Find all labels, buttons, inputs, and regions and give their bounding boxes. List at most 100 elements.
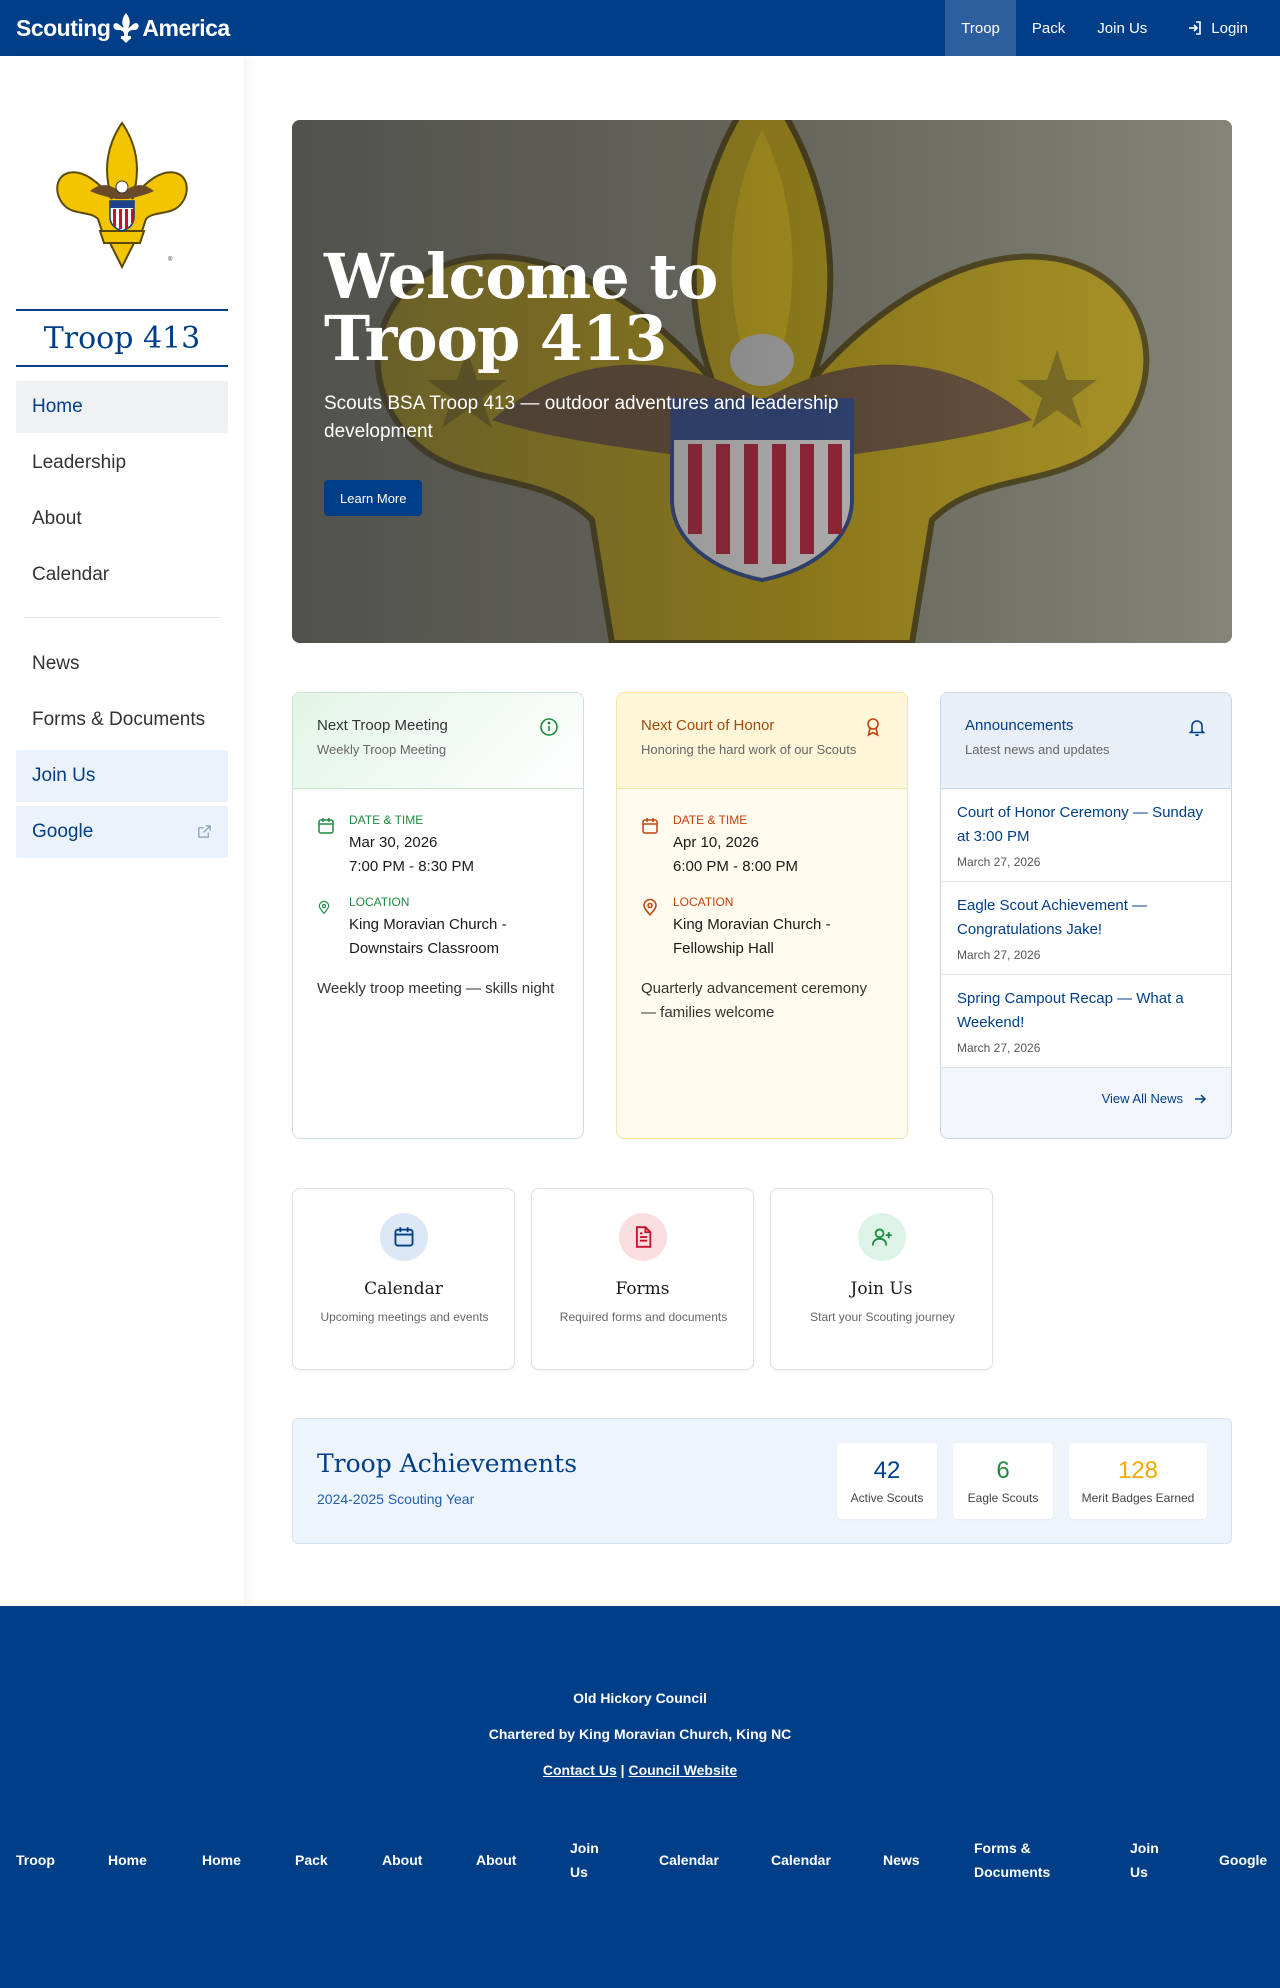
footer-nav-link[interactable]: Forms & Documents — [974, 1836, 1054, 1884]
nav-link-troop[interactable]: Troop — [945, 0, 1016, 56]
quick-link-calendar[interactable]: Calendar Upcoming meetings and events — [292, 1188, 515, 1370]
login-button[interactable]: Login — [1171, 0, 1280, 56]
award-ribbon-icon — [867, 718, 879, 737]
quick-link-title: Join Us — [850, 1279, 913, 1299]
calendar-icon — [318, 818, 334, 834]
nav-link-label: Troop — [961, 19, 1000, 37]
info-icon — [540, 718, 558, 736]
sidebar-item-label: News — [32, 653, 80, 674]
arrow-right-icon — [1195, 1093, 1207, 1104]
view-all-news-label: View All News — [1101, 1091, 1183, 1106]
honor-location: King Moravian Church - Fellowship Hall — [673, 916, 831, 957]
calendar-icon — [642, 818, 658, 834]
footer-nav-link[interactable]: Calendar — [771, 1836, 831, 1884]
stat-eagle-scouts: 6 Eagle Scouts — [953, 1443, 1053, 1519]
top-navbar: Scouting America Troop Pack Join Us Logi… — [0, 0, 1280, 56]
hero-title: Welcome to Troop 413 — [324, 240, 718, 375]
learn-more-button[interactable]: Learn More — [324, 480, 423, 516]
card-title: Announcements — [965, 717, 1074, 734]
sidebar-item-google[interactable]: Google — [16, 806, 228, 858]
footer-nav-link[interactable]: News — [883, 1836, 920, 1884]
location-pin-icon — [318, 900, 330, 915]
brand-left: Scouting — [16, 14, 111, 41]
footer-nav-link[interactable]: Google — [1219, 1836, 1267, 1884]
sidebar-item-leadership[interactable]: Leadership — [16, 437, 228, 489]
footer-nav-link[interactable]: Home — [108, 1836, 147, 1884]
login-icon — [1189, 21, 1202, 35]
nav-link-join-us[interactable]: Join Us — [1081, 0, 1171, 56]
card-title: Next Court of Honor — [641, 717, 775, 734]
sidebar-item-join-us[interactable]: Join Us — [16, 750, 228, 802]
sidebar-item-news[interactable]: News — [16, 638, 228, 690]
announcement-date: March 27, 2026 — [957, 1041, 1041, 1055]
location-label: LOCATION — [349, 895, 410, 909]
footer-nav-link[interactable]: Join Us — [570, 1836, 606, 1884]
announcement-date: March 27, 2026 — [957, 948, 1041, 962]
next-meeting-card: Next Troop Meeting Weekly Troop Meeting … — [292, 692, 584, 1139]
hero-banner: Welcome to Troop 413 Scouts BSA Troop 41… — [292, 120, 1232, 643]
sidebar-item-home[interactable]: Home — [16, 381, 228, 433]
sidebar-item-forms[interactable]: Forms & Documents — [16, 694, 228, 746]
footer-nav-link[interactable]: Home — [202, 1836, 241, 1884]
meeting-time: 7:00 PM - 8:30 PM — [349, 858, 475, 875]
sidebar: ® Troop 413 Home Leadership About Calend… — [0, 56, 244, 1606]
footer-nav-link[interactable]: About — [382, 1836, 422, 1884]
footer-separator: | — [620, 1762, 625, 1778]
user-plus-icon-badge — [858, 1213, 906, 1261]
brand-right: America — [142, 14, 230, 41]
location-pin-icon — [643, 899, 657, 917]
document-icon — [635, 1226, 652, 1248]
card-subtitle: Weekly Troop Meeting — [317, 742, 447, 757]
footer-nav-link[interactable]: Join Us — [1130, 1836, 1166, 1884]
stat-value: 42 — [873, 1457, 901, 1484]
quick-link-description: Start your Scouting journey — [810, 1310, 955, 1324]
sidebar-item-calendar[interactable]: Calendar — [16, 549, 228, 601]
sidebar-item-label: Forms & Documents — [32, 709, 206, 730]
announcement-item[interactable]: Spring Campout Recap — What a Weekend! M… — [941, 975, 1231, 1068]
footer-nav-link[interactable]: Calendar — [659, 1836, 719, 1884]
bsa-emblem-logo: ® — [56, 121, 188, 270]
quick-link-join-us[interactable]: Join Us Start your Scouting journey — [770, 1188, 993, 1370]
announcement-item[interactable]: Eagle Scout Achievement — Congratulation… — [941, 882, 1231, 975]
sidebar-item-label: Home — [32, 396, 83, 417]
sidebar-item-about[interactable]: About — [16, 493, 228, 545]
scouting-america-logo[interactable]: Scouting America — [16, 12, 230, 44]
meeting-date: Mar 30, 2026 — [349, 834, 438, 851]
svg-text:®: ® — [168, 256, 173, 263]
card-subtitle: Latest news and updates — [965, 742, 1110, 757]
document-icon-badge — [619, 1213, 667, 1261]
contact-us-link[interactable]: Contact Us — [543, 1762, 617, 1778]
court-of-honor-card: Next Court of Honor Honoring the hard wo… — [616, 692, 908, 1139]
announcement-date: March 27, 2026 — [957, 855, 1041, 869]
footer-nav: Troop Home Home Pack About About Join Us… — [0, 1836, 1280, 1896]
achievements-subtitle: 2024-2025 Scouting Year — [317, 1491, 475, 1507]
council-website-link[interactable]: Council Website — [628, 1762, 737, 1778]
sidebar-divider — [24, 617, 220, 618]
sidebar-item-label: Google — [32, 821, 94, 842]
announcement-title: Eagle Scout Achievement — Congratulation… — [957, 897, 1148, 938]
stat-active-scouts: 42 Active Scouts — [837, 1443, 937, 1519]
nav-link-pack[interactable]: Pack — [1016, 0, 1081, 56]
user-plus-icon — [871, 1228, 892, 1246]
quick-link-forms[interactable]: Forms Required forms and documents — [531, 1188, 754, 1370]
announcement-item[interactable]: Court of Honor Ceremony — Sunday at 3:00… — [941, 789, 1231, 882]
quick-link-description: Required forms and documents — [559, 1310, 728, 1324]
footer-nav-link[interactable]: Troop — [16, 1836, 55, 1884]
stat-merit-badges: 128 Merit Badges Earned — [1069, 1443, 1207, 1519]
bell-icon — [1188, 720, 1206, 737]
announcement-title: Court of Honor Ceremony — Sunday at 3:00… — [957, 804, 1203, 845]
fleur-de-lis-icon — [113, 13, 140, 43]
honor-time: 6:00 PM - 8:00 PM — [673, 858, 799, 875]
announcement-title: Spring Campout Recap — What a Weekend! — [957, 990, 1184, 1031]
announcements-card: Announcements Latest news and updates Co… — [940, 692, 1232, 1139]
footer-nav-link[interactable]: About — [476, 1836, 516, 1884]
troop-achievements-panel: Troop Achievements 2024-2025 Scouting Ye… — [292, 1418, 1232, 1544]
footer-council: Old Hickory Council — [573, 1690, 707, 1706]
sidebar-troop-title: Troop 413 — [16, 309, 228, 367]
view-all-news-link[interactable]: View All News — [1102, 1091, 1207, 1106]
date-label: DATE & TIME — [673, 813, 748, 827]
card-subtitle: Honoring the hard work of our Scouts — [641, 742, 857, 757]
footer-nav-link[interactable]: Pack — [295, 1836, 328, 1884]
footer-charter: Chartered by King Moravian Church, King … — [488, 1726, 792, 1742]
nav-link-label: Join Us — [1097, 19, 1148, 37]
